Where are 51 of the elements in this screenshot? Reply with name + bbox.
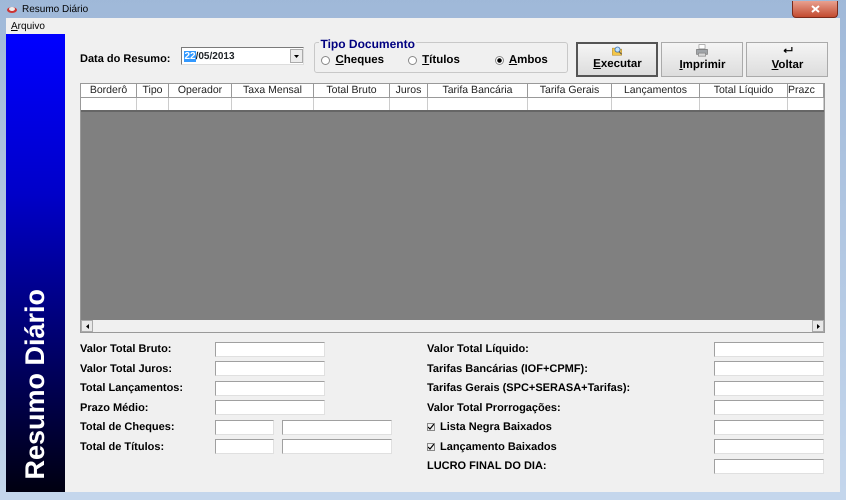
- scroll-left-icon: [86, 324, 88, 328]
- app-icon: [6, 4, 18, 14]
- action-button[interactable]: Imprimir: [661, 42, 744, 77]
- checkbox[interactable]: [427, 442, 435, 451]
- field-label: Tarifas Gerais (SPC+SERASA+Tarifas):: [427, 381, 632, 396]
- radio-button[interactable]: [408, 56, 418, 65]
- close-icon: [810, 4, 820, 12]
- text-field[interactable]: [714, 420, 824, 435]
- field-label: Valor Total Juros:: [80, 362, 174, 376]
- checkbox[interactable]: [427, 423, 435, 432]
- field-label: Tarifas Bancárias (IOF+CPMF):: [427, 362, 589, 376]
- text-field[interactable]: [215, 420, 274, 435]
- field-label: Valor Total Líquido:: [427, 342, 530, 357]
- text-field[interactable]: [714, 400, 824, 416]
- text-field[interactable]: [215, 361, 325, 376]
- field-label: Total de Cheques:: [80, 420, 176, 435]
- radio-label[interactable]: Ambos: [508, 52, 548, 70]
- radio-label[interactable]: Títulos: [422, 52, 460, 70]
- date-label: Data do Resumo:: [80, 52, 170, 67]
- field-label: LUCRO FINAL DO DIA:: [427, 459, 548, 474]
- action-button[interactable]: Voltar: [746, 42, 828, 77]
- field-label: Valor Total Prorrogações:: [427, 400, 562, 416]
- text-field[interactable]: [215, 439, 274, 454]
- text-field[interactable]: [714, 439, 824, 454]
- caret-icon: [294, 54, 300, 58]
- text-field[interactable]: [215, 400, 325, 416]
- sidebar-title: Resumo Diário: [20, 289, 51, 480]
- text-field[interactable]: [215, 380, 325, 396]
- text-field[interactable]: [282, 439, 392, 454]
- radio-button[interactable]: [321, 56, 330, 65]
- checkbox-label: Lançamento Baixados: [440, 440, 557, 454]
- checkbox-label: Lista Negra Baixados: [440, 420, 552, 435]
- field-label: Total de Títulos:: [80, 440, 166, 454]
- radio-label[interactable]: Cheques: [335, 52, 384, 70]
- text-field[interactable]: [714, 458, 824, 474]
- close-button[interactable]: [792, 0, 838, 18]
- radio-button[interactable]: [494, 56, 504, 65]
- field-label: Prazo Médio:: [80, 400, 150, 416]
- dropdown-button[interactable]: [290, 49, 304, 63]
- horizontal-scrollbar[interactable]: [81, 320, 824, 332]
- text-field[interactable]: [714, 361, 824, 376]
- scroll-right-icon: [816, 324, 820, 328]
- field-label: Total Lançamentos:: [80, 381, 184, 396]
- action-button[interactable]: Executar: [576, 42, 658, 77]
- menu-item[interactable]: Arquivo: [6, 18, 50, 34]
- text-field[interactable]: [282, 420, 392, 435]
- field-label: Valor Total Bruto:: [80, 342, 172, 357]
- text-field[interactable]: [714, 380, 824, 396]
- text-field[interactable]: [714, 342, 824, 357]
- window-title: Resumo Diário: [22, 2, 88, 16]
- text-field[interactable]: [215, 342, 325, 357]
